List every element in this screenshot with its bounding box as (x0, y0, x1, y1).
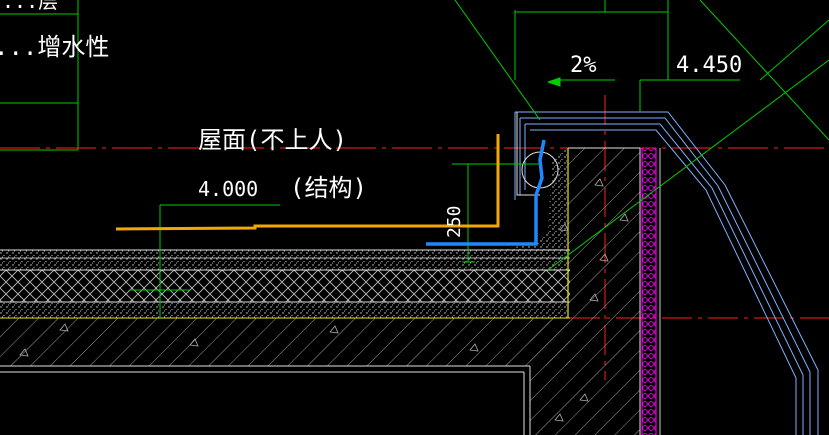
roof-layers (0, 249, 570, 373)
slope-label: 2% (570, 53, 597, 78)
roof-title-label: 屋面(不上人) (198, 126, 347, 154)
top-elevation-label: 4.450 (676, 53, 742, 78)
roof-elevation-label: 4.000 (198, 177, 258, 201)
slope-arrow (547, 77, 561, 87)
partial-table-text-top: ...层 (2, 0, 58, 13)
cad-drawing-canvas: ...层 ...增水性 屋面(不上人) 4.000 (结构) 2% 4.450 … (0, 0, 829, 435)
height-dimension-label: 250 (444, 205, 465, 238)
title-table (0, 0, 79, 151)
membrane-upturn (470, 148, 568, 250)
roof-note-label: (结构) (290, 174, 367, 202)
partial-table-text-mid: ...增水性 (0, 33, 109, 61)
